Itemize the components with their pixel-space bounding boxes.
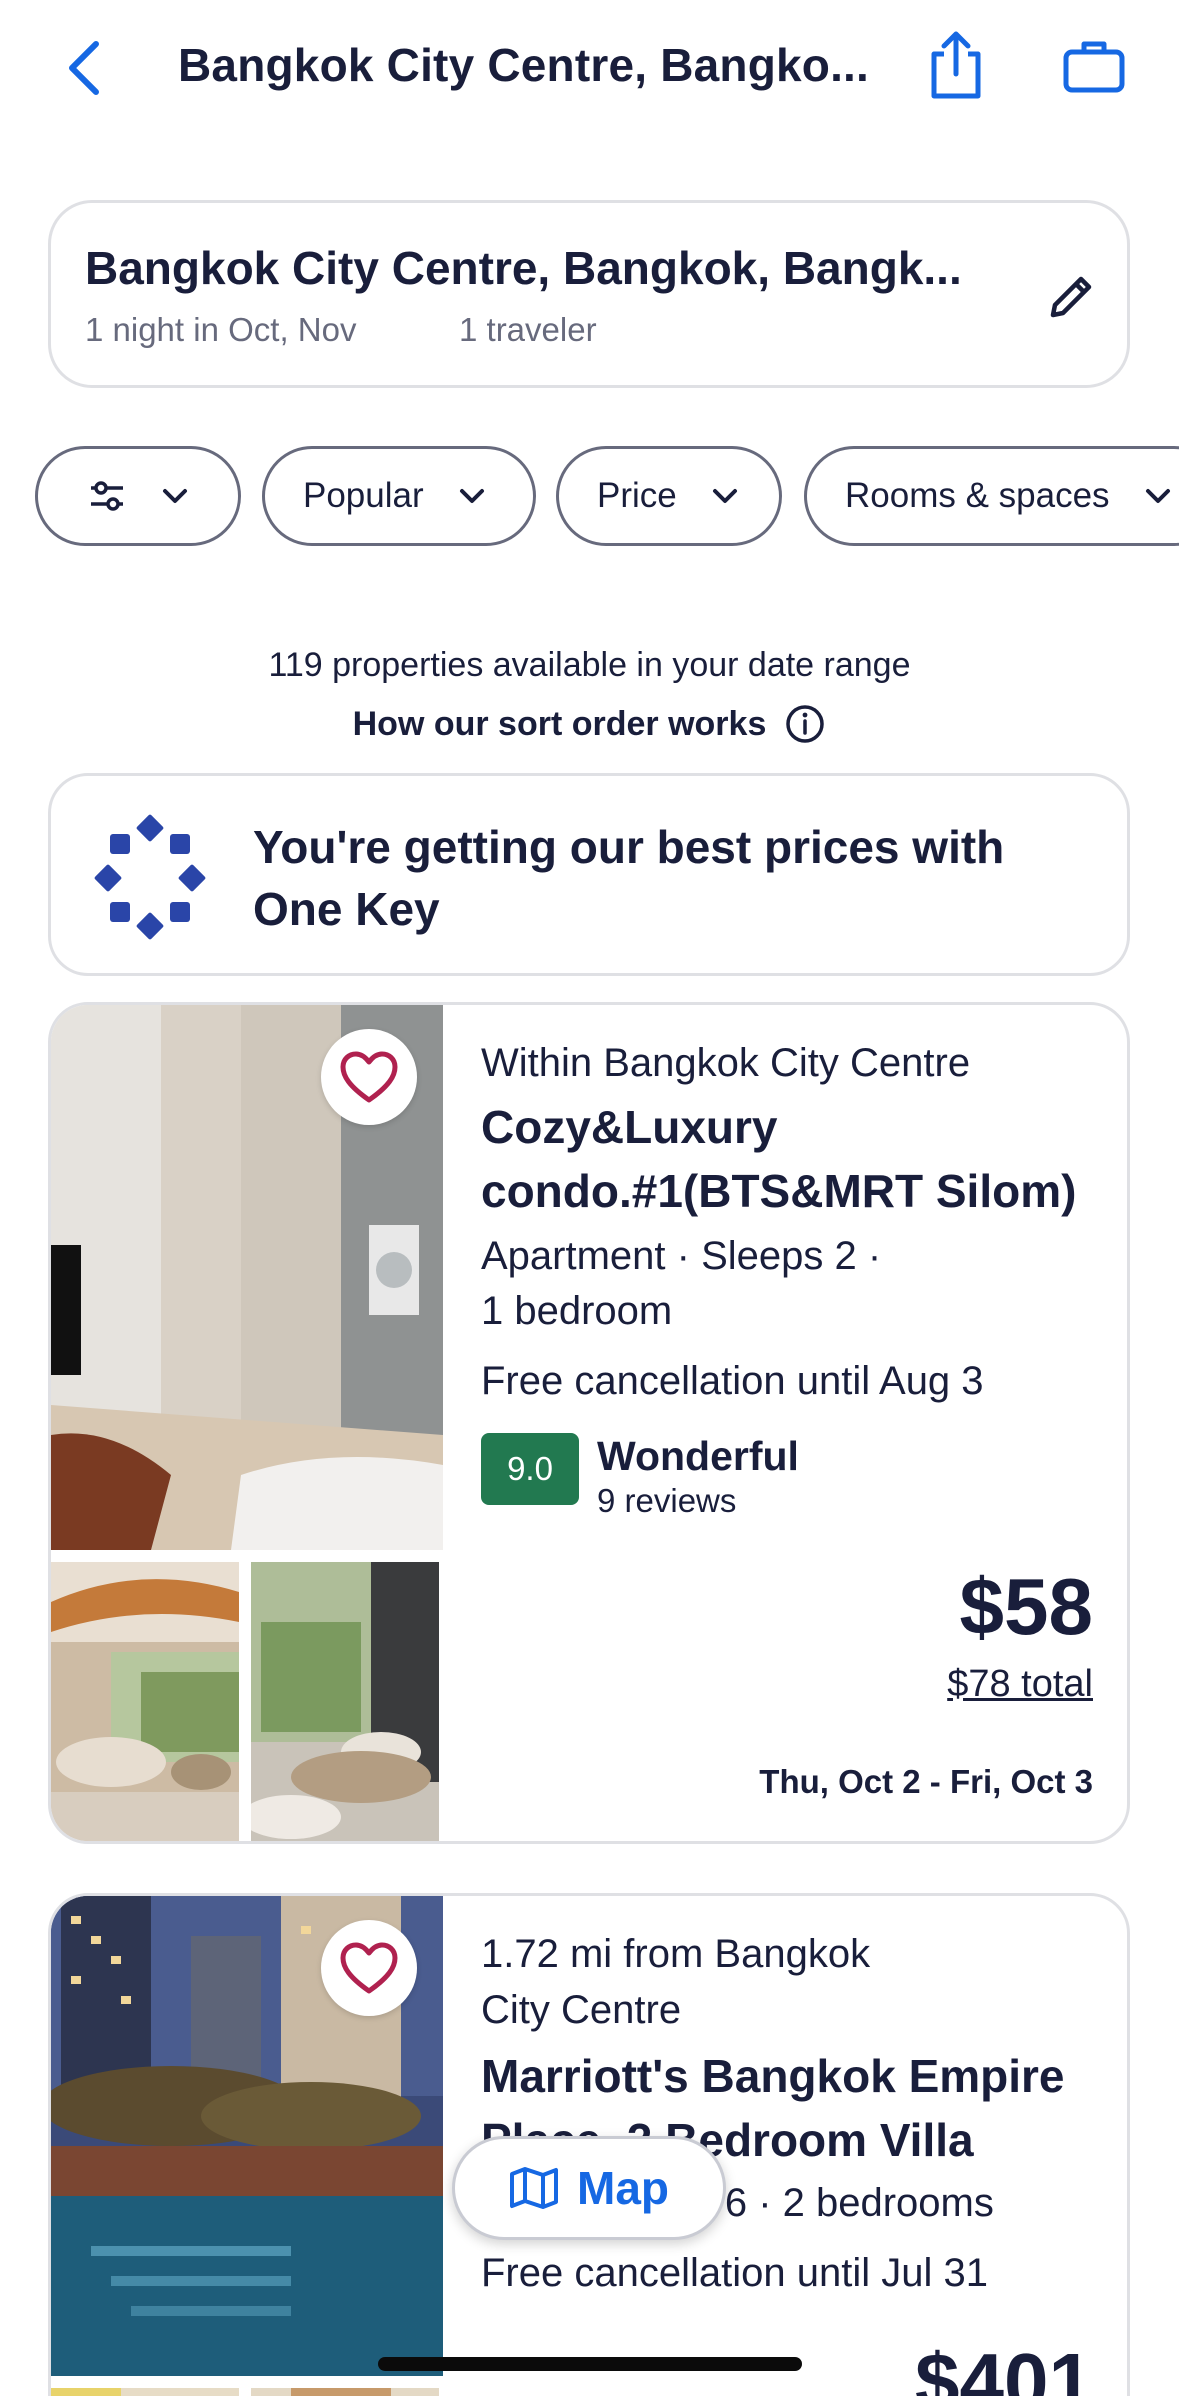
map-button[interactable]: Map — [452, 2136, 726, 2240]
search-destination: Bangkok City Centre, Bangkok, Bangk... — [85, 242, 962, 294]
property-name: Cozy&Luxury condo.#1(BTS&MRT Silom) — [481, 1095, 1111, 1223]
favorite-button[interactable] — [321, 1920, 417, 2016]
cancellation-policy: Free cancellation until Jul 31 — [481, 2251, 988, 2295]
rating-text: Wonderful 9 reviews — [597, 1433, 799, 1523]
share-button[interactable] — [920, 26, 992, 106]
property-name-line-2: condo.#1(BTS&MRT Silom) — [481, 1165, 1077, 1217]
one-key-logo-icon — [94, 814, 206, 940]
stay-dates: Thu, Oct 2 - Fri, Oct 3 — [759, 1763, 1093, 1800]
search-dates: 1 night in Oct, Nov — [85, 311, 357, 348]
price-chip-label: Price — [597, 476, 677, 515]
rating-word: Wonderful — [597, 1433, 799, 1479]
property-location-line-1: 1.72 mi from Bangkok — [481, 1932, 871, 1976]
chevron-left-icon — [69, 41, 99, 95]
sort-order-label: How our sort order works — [352, 704, 767, 743]
property-info: 1.72 mi from Bangkok City Centre Marriot… — [481, 1926, 1111, 2301]
heart-icon — [340, 1051, 398, 1103]
popular-chip[interactable]: Popular — [262, 446, 536, 546]
info-icon — [786, 705, 825, 743]
property-type-line-1: Apartment · Sleeps 2 · — [481, 1234, 882, 1278]
price-chip[interactable]: Price — [556, 446, 782, 546]
page-title: Bangkok City Centre, Bangko... — [178, 39, 870, 91]
total-price-link[interactable]: $78 total — [947, 1663, 1093, 1706]
one-key-line-2: One Key — [253, 883, 440, 935]
property-photo-small — [51, 2388, 239, 2396]
nightly-price: $58 — [959, 1562, 1093, 1651]
property-card[interactable]: Within Bangkok City Centre Cozy&Luxury c… — [48, 1002, 1130, 1844]
chevron-down-icon — [1145, 489, 1170, 503]
property-photo-small — [251, 1562, 439, 1841]
filter-chips: Popular Price Rooms & spaces — [0, 446, 1179, 546]
guest-rating: 9.0 Wonderful 9 reviews — [481, 1433, 799, 1523]
trips-button[interactable] — [1058, 30, 1130, 102]
heart-icon — [340, 1942, 398, 1994]
property-type: Apartment · Sleeps 2 · 1 bedroom — [481, 1229, 1111, 1339]
property-name-line-1: Marriott's Bangkok Empire — [481, 2050, 1065, 2102]
rooms-spaces-chip[interactable]: Rooms & spaces — [804, 446, 1179, 546]
cancellation-policy: Free cancellation until Aug 3 — [481, 1359, 984, 1403]
chevron-down-icon — [459, 489, 484, 503]
property-type-line-2: 1 bedroom — [481, 1289, 673, 1333]
sort-order-link[interactable]: How our sort order works — [0, 703, 1179, 745]
edit-search-button[interactable] — [1041, 267, 1101, 327]
property-location: Within Bangkok City Centre — [481, 1041, 971, 1085]
property-name-line-1: Cozy&Luxury — [481, 1101, 778, 1153]
search-travelers: 1 traveler — [459, 311, 597, 348]
sliders-icon — [91, 481, 123, 511]
map-button-label: Map — [577, 2162, 669, 2214]
chevron-down-icon — [712, 489, 737, 503]
pencil-icon — [1050, 276, 1092, 318]
map-icon — [510, 2167, 558, 2209]
back-button[interactable] — [56, 30, 112, 106]
property-location-line-2: City Centre — [481, 1988, 682, 2032]
one-key-line-1: You're getting our best prices with — [253, 821, 1005, 873]
one-key-banner: You're getting our best prices with One … — [48, 773, 1130, 976]
property-location: 1.72 mi from Bangkok City Centre — [481, 1926, 1111, 2038]
chevron-down-icon — [163, 489, 187, 503]
nightly-price: $401 — [915, 2337, 1093, 2396]
all-filters-chip[interactable] — [35, 446, 241, 546]
property-photo-small — [51, 1562, 239, 1841]
review-count: 9 reviews — [597, 1482, 737, 1519]
property-info: Within Bangkok City Centre Cozy&Luxury c… — [481, 1035, 1111, 1409]
rating-score-badge: 9.0 — [481, 1433, 579, 1505]
top-bar: Bangkok City Centre, Bangko... — [0, 0, 1179, 140]
home-indicator[interactable] — [378, 2357, 802, 2371]
results-count: 119 properties available in your date ra… — [268, 646, 911, 684]
rooms-spaces-chip-label: Rooms & spaces — [845, 476, 1110, 515]
one-key-message: You're getting our best prices with One … — [253, 816, 1093, 940]
search-summary[interactable]: Bangkok City Centre, Bangkok, Bangk... 1… — [48, 200, 1130, 388]
popular-chip-label: Popular — [303, 476, 424, 515]
favorite-button[interactable] — [321, 1029, 417, 1125]
share-icon — [931, 31, 981, 99]
property-photo-small — [251, 2388, 439, 2396]
briefcase-icon — [1063, 41, 1125, 93]
